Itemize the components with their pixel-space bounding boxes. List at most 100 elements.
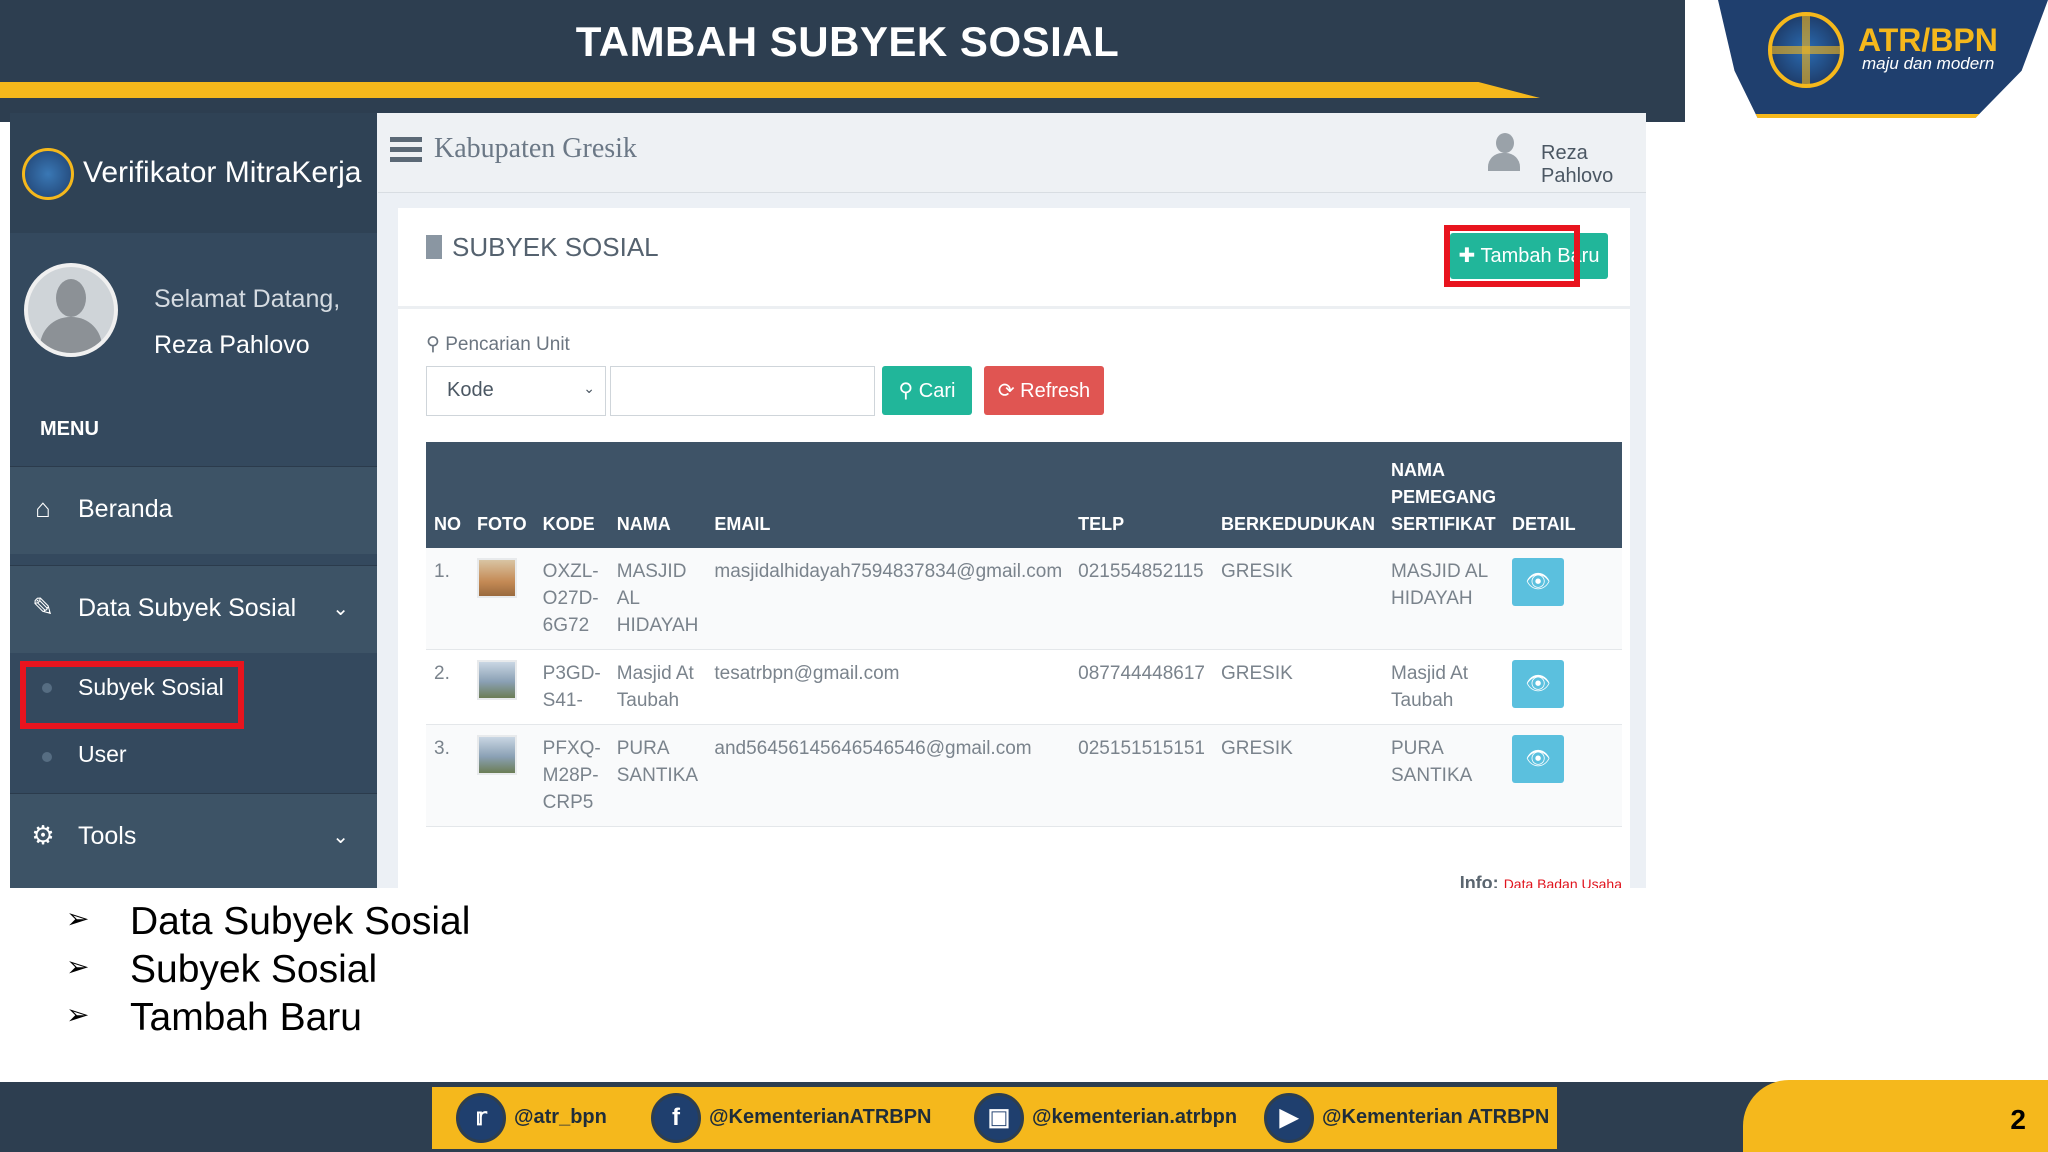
sidebar-item-data-subyek-sosial[interactable]: ✎ Data Subyek Sosial ⌄ [10,565,377,653]
cell-email: masjidalhidayah7594837834@gmail.com [706,548,1071,650]
sidebar-subitem-user[interactable]: User [78,741,127,768]
col-email: EMAIL [714,514,771,534]
building-icon [426,235,442,259]
photo-thumbnail[interactable] [477,660,517,700]
divider [398,306,1630,309]
welcome-text: Selamat Datang, [154,285,341,313]
avatar [24,263,118,357]
table-row: 1. OXZL-O27D-6G72 MASJID AL HIDAYAH masj… [426,548,1622,650]
col-berkedudukan: BERKEDUDUKAN [1220,514,1375,534]
cell-email: tesatrbpn@gmail.com [706,649,1071,725]
chevron-down-icon: ⌄ [332,826,349,848]
cell-nama: MASJID AL HIDAYAH [608,548,707,650]
cell-detail: 👁 [1504,548,1622,650]
table-header-row: NO FOTO KODE NAMA EMAIL TELP BERKEDUDUKA… [426,442,1622,548]
bullet-dot-icon [42,752,52,762]
instagram-icon: ▣ [974,1093,1024,1143]
col-telp: TELP [1078,514,1125,534]
brand-text: Verifikator MitraKerja [83,156,362,189]
edit-icon: ✎ [32,592,54,622]
header-stripe [0,82,1540,98]
chevron-down-icon: ⌄ [332,598,349,620]
location-title: Kabupaten Gresik [434,133,637,164]
brand-logo-icon [22,148,74,200]
logo-tagline: maju dan modern [1862,54,1995,73]
cell-kode: P3GD-S41- [534,649,609,725]
sidebar: Verifikator MitraKerja Selamat Datang, R… [10,113,377,888]
cell-telp: 021554852115 [1070,548,1213,650]
cell-pemegang: Masjid At Taubah [1383,649,1505,725]
photo-thumbnail[interactable] [477,735,517,775]
cell-pemegang: MASJID AL HIDAYAH [1383,548,1505,650]
arrow-bullet-icon: ➢ [66,951,90,982]
twitter-icon: 𝕣 [456,1093,506,1143]
facebook-icon: f [651,1093,701,1143]
search-button[interactable]: ⚲ Cari [882,366,972,415]
col-kode: KODE [542,514,595,534]
info-footer: Info: Data Badan Usaha [1460,873,1622,888]
cell-foto [469,649,535,725]
view-detail-button[interactable]: 👁 [1512,558,1565,606]
page-number: 2 [2010,1104,2026,1135]
cell-kode: OXZL-O27D-6G72 [534,548,609,650]
topbar-user-name[interactable]: Reza Pahlovo [1541,142,1646,188]
search-input[interactable] [610,366,875,416]
search-icon: ⚲ [898,380,919,402]
social-bar: 𝕣 @atr_bpn f @KementerianATRBPN ▣ @kementer… [432,1087,1557,1149]
user-name: Reza Pahlovo [154,331,310,359]
highlight-box-tambah-baru [1444,225,1580,287]
cell-foto [469,548,535,650]
top-navbar: Kabupaten Gresik Reza Pahlovo [378,113,1646,193]
search-label: ⚲ Pencarian Unit [426,334,570,355]
gear-icon: ⚙ [31,820,55,850]
cell-nama: PURA SANTIKA [608,724,707,827]
menu-label: MENU [40,418,99,440]
subyek-table: NO FOTO KODE NAMA EMAIL TELP BERKEDUDUKA… [426,442,1622,827]
atr-bpn-logo: ATR/BPN maju dan modern [1718,0,2048,118]
cell-email: and56456145646546546@gmail.com [706,724,1071,827]
sidebar-item-beranda[interactable]: ⌂ Beranda [10,466,377,554]
col-no: NO [434,514,461,534]
page-number-badge: 2 [1743,1080,2048,1152]
refresh-button[interactable]: ⟳ Refresh [984,366,1104,415]
cell-no: 3. [426,724,469,827]
cell-telp: 087744448617 [1070,649,1213,725]
sidebar-item-tools[interactable]: ⚙ Tools ⌄ [10,793,377,888]
photo-thumbnail[interactable] [477,558,517,598]
info-link[interactable]: Data Badan Usaha [1504,876,1622,888]
slide-title: TAMBAH SUBYEK SOSIAL [575,18,1120,65]
table-row: 3. PFXQ-M28P-CRP5 PURA SANTIKA and564561… [426,724,1622,827]
sidebar-item-label: Beranda [78,495,173,523]
col-detail: DETAIL [1512,514,1576,534]
cell-telp: 025151515151 [1070,724,1213,827]
sidebar-item-label: Data Subyek Sosial [78,594,297,622]
view-detail-button[interactable]: 👁 [1512,735,1565,783]
youtube-icon: ▶ [1264,1093,1314,1143]
cell-kedudukan: GRESIK [1212,649,1383,725]
cell-foto [469,724,535,827]
home-icon: ⌂ [35,493,51,523]
table-row: 2. P3GD-S41- Masjid At Taubah tesatrbpn@… [426,649,1622,725]
highlight-box-subyek-sosial [20,661,244,729]
cell-nama: Masjid At Taubah [608,649,707,725]
hamburger-menu-icon[interactable] [390,137,422,163]
cell-no: 1. [426,548,469,650]
search-field-select[interactable]: Kode ⌄ [426,366,606,416]
col-nama: NAMA [616,514,671,534]
refresh-icon: ⟳ [997,380,1021,402]
cell-detail: 👁 [1504,724,1622,827]
cell-kedudukan: GRESIK [1212,548,1383,650]
search-icon: ⚲ [426,334,446,355]
globe-icon [1768,12,1844,88]
cell-kedudukan: GRESIK [1212,724,1383,827]
arrow-bullet-icon: ➢ [66,903,90,934]
cell-kode: PFXQ-M28P-CRP5 [534,724,609,827]
user-avatar-icon[interactable] [1488,133,1520,171]
view-detail-button[interactable]: 👁 [1512,660,1565,708]
sidebar-brand[interactable]: Verifikator MitraKerja [10,113,377,233]
sidebar-item-label: Tools [78,822,137,850]
app-screenshot: Verifikator MitraKerja Selamat Datang, R… [10,113,1646,888]
cell-pemegang: PURA SANTIKA [1383,724,1505,827]
arrow-bullet-icon: ➢ [66,999,90,1030]
col-pemegang: NAMA PEMEGANG SERTIFIKAT [1391,460,1497,534]
